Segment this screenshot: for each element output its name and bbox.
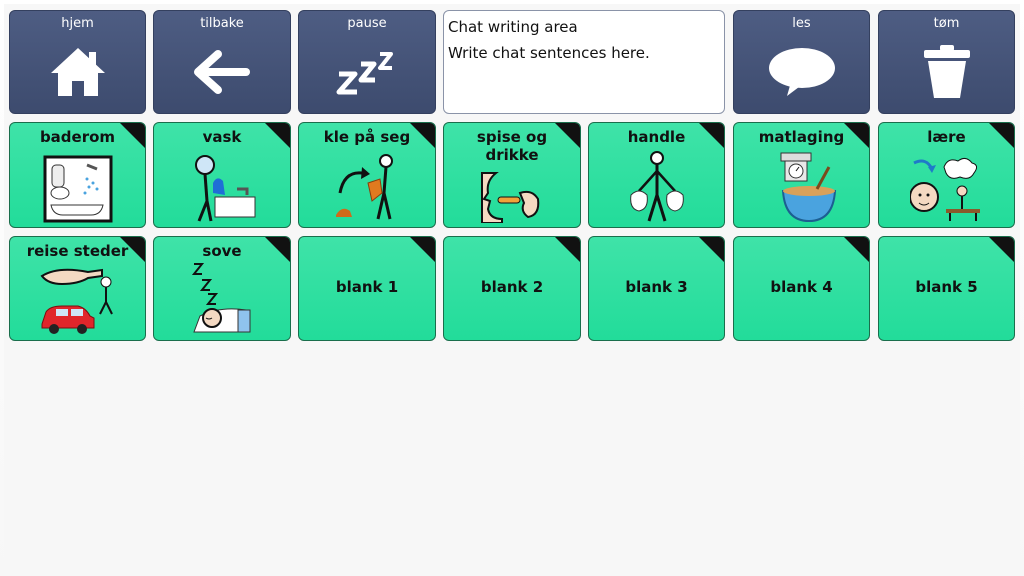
tile-label: blank 4 [770, 278, 833, 296]
tile-spise-og-drikke[interactable]: spise og drikke [443, 122, 581, 228]
tile-matlaging[interactable]: matlaging [733, 122, 870, 228]
tile-label: sove [202, 242, 242, 260]
tile-label: blank 1 [335, 278, 399, 296]
tile-handle[interactable]: handle [588, 122, 725, 228]
tile-baderom[interactable]: baderom [9, 122, 146, 228]
read-label: les [792, 16, 811, 31]
shopping-bags-icon [589, 151, 724, 223]
back-label: tilbake [200, 16, 244, 31]
tile-blank-4[interactable]: blank 4 [733, 236, 870, 341]
read-button[interactable]: les [733, 10, 870, 114]
cooking-icon [734, 151, 869, 223]
tile-blank-2[interactable]: blank 2 [443, 236, 581, 341]
arrow-left-icon [154, 37, 290, 107]
folder-corner [989, 237, 1014, 262]
eat-drink-icon [444, 171, 580, 223]
chat-writing-area[interactable]: Chat writing area Write chat sentences h… [443, 10, 725, 114]
tile-label: handle [627, 128, 686, 146]
tile-blank-1[interactable]: blank 1 [298, 236, 436, 341]
folder-corner [699, 237, 724, 262]
tile-blank-5[interactable]: blank 5 [878, 236, 1015, 341]
pause-button[interactable]: pause [298, 10, 436, 114]
travel-icon [10, 262, 145, 336]
folder-corner [555, 237, 580, 262]
back-button[interactable]: tilbake [153, 10, 291, 114]
home-icon [10, 37, 145, 107]
folder-corner [844, 237, 869, 262]
tile-label: spise og drikke [476, 128, 548, 164]
clear-label: tøm [933, 16, 960, 31]
tile-blank-3[interactable]: blank 3 [588, 236, 725, 341]
trash-icon [879, 37, 1014, 107]
home-button[interactable]: hjem [9, 10, 146, 114]
tile-vask[interactable]: vask [153, 122, 291, 228]
tile-label: reise steder [26, 242, 129, 260]
zzz-icon [299, 37, 435, 107]
learning-icon [879, 155, 1014, 223]
sleep-icon [154, 260, 290, 336]
tile-reise-steder[interactable]: reise steder [9, 236, 146, 341]
tile-label: vask [202, 128, 242, 146]
speech-bubble-icon [734, 37, 869, 107]
tile-label: baderom [39, 128, 116, 146]
pause-label: pause [347, 16, 387, 31]
getting-dressed-icon [299, 153, 435, 223]
bathroom-icon [10, 155, 145, 223]
tile-label: kle på seg [323, 128, 411, 146]
tile-laere[interactable]: lære [878, 122, 1015, 228]
clear-button[interactable]: tøm [878, 10, 1015, 114]
tile-label: lære [927, 128, 966, 146]
washing-hands-icon [154, 153, 290, 223]
chat-title: Chat writing area [448, 18, 578, 36]
tile-label: matlaging [758, 128, 845, 146]
home-label: hjem [61, 16, 94, 31]
chat-placeholder: Write chat sentences here. [448, 44, 650, 62]
tile-label: blank 2 [480, 278, 544, 296]
tile-kle-pa-seg[interactable]: kle på seg [298, 122, 436, 228]
folder-corner [410, 237, 435, 262]
tile-label: blank 3 [625, 278, 688, 296]
tile-sove[interactable]: sove [153, 236, 291, 341]
tile-label: blank 5 [915, 278, 978, 296]
